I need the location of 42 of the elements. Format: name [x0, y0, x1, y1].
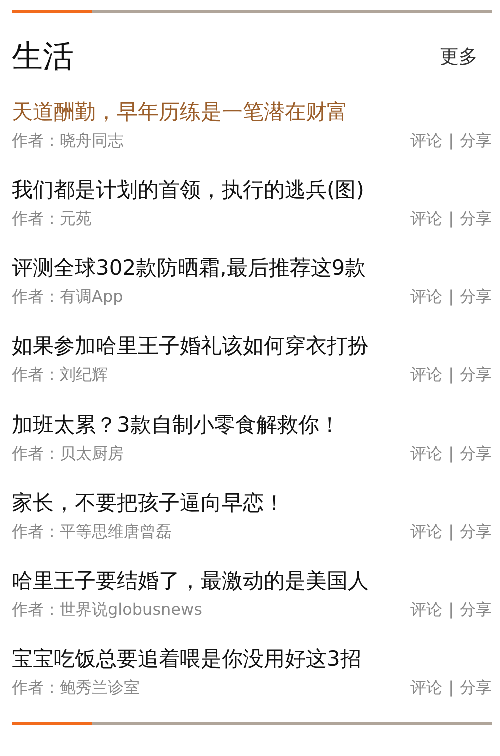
- comment-link[interactable]: 评论: [410, 522, 443, 542]
- separator: |: [448, 444, 454, 464]
- article-title[interactable]: 哈里王子要结婚了，最激动的是美国人: [12, 566, 369, 596]
- article-title[interactable]: 如果参加哈里王子婚礼该如何穿衣打扮: [12, 331, 369, 362]
- share-link[interactable]: 分享: [460, 131, 492, 151]
- share-link[interactable]: 分享: [460, 365, 492, 386]
- article-author: 作者：晓舟同志: [12, 131, 124, 151]
- separator: |: [448, 131, 454, 151]
- article-author: 作者：有调App: [12, 287, 124, 308]
- article-author: 作者：世界说globusnews: [12, 600, 202, 620]
- separator: |: [448, 287, 454, 308]
- article-author: 作者：鲍秀兰诊室: [12, 678, 140, 698]
- share-link[interactable]: 分享: [460, 678, 492, 698]
- article-title[interactable]: 宝宝吃饭总要追着喂是你没用好这3招: [12, 644, 362, 674]
- article-author: 作者：贝太厨房: [12, 444, 124, 464]
- separator: |: [448, 600, 454, 620]
- more-link[interactable]: 更多: [440, 44, 478, 70]
- article-title[interactable]: 加班太累？3款自制小零食解救你！: [12, 410, 340, 440]
- separator: |: [448, 209, 454, 230]
- section-title: 生活: [12, 38, 74, 77]
- separator: |: [448, 522, 454, 542]
- comment-link[interactable]: 评论: [410, 444, 443, 464]
- comment-link[interactable]: 评论: [410, 209, 443, 230]
- share-link[interactable]: 分享: [460, 522, 492, 542]
- article-author: 作者：刘纪辉: [12, 365, 108, 386]
- separator: |: [448, 678, 454, 698]
- comment-link[interactable]: 评论: [410, 287, 443, 308]
- separator: |: [448, 365, 454, 386]
- comment-link[interactable]: 评论: [410, 365, 443, 386]
- comment-link[interactable]: 评论: [410, 600, 443, 620]
- comment-link[interactable]: 评论: [410, 131, 443, 151]
- article-author: 作者：元苑: [12, 209, 92, 230]
- article-title[interactable]: 家长，不要把孩子逼向早恋！: [12, 488, 285, 518]
- share-link[interactable]: 分享: [460, 600, 492, 620]
- share-link[interactable]: 分享: [460, 444, 492, 464]
- share-link[interactable]: 分享: [460, 209, 492, 230]
- article-title[interactable]: 评测全球302款防晒霜,最后推荐这9款: [12, 253, 366, 284]
- article-author: 作者：平等思维唐曾磊: [12, 522, 172, 542]
- article-title[interactable]: 我们都是计划的首领，执行的逃兵(图): [12, 175, 364, 206]
- article-title[interactable]: 天道酬勤，早年历练是一笔潜在财富: [12, 97, 348, 127]
- share-link[interactable]: 分享: [460, 287, 492, 308]
- comment-link[interactable]: 评论: [410, 678, 443, 698]
